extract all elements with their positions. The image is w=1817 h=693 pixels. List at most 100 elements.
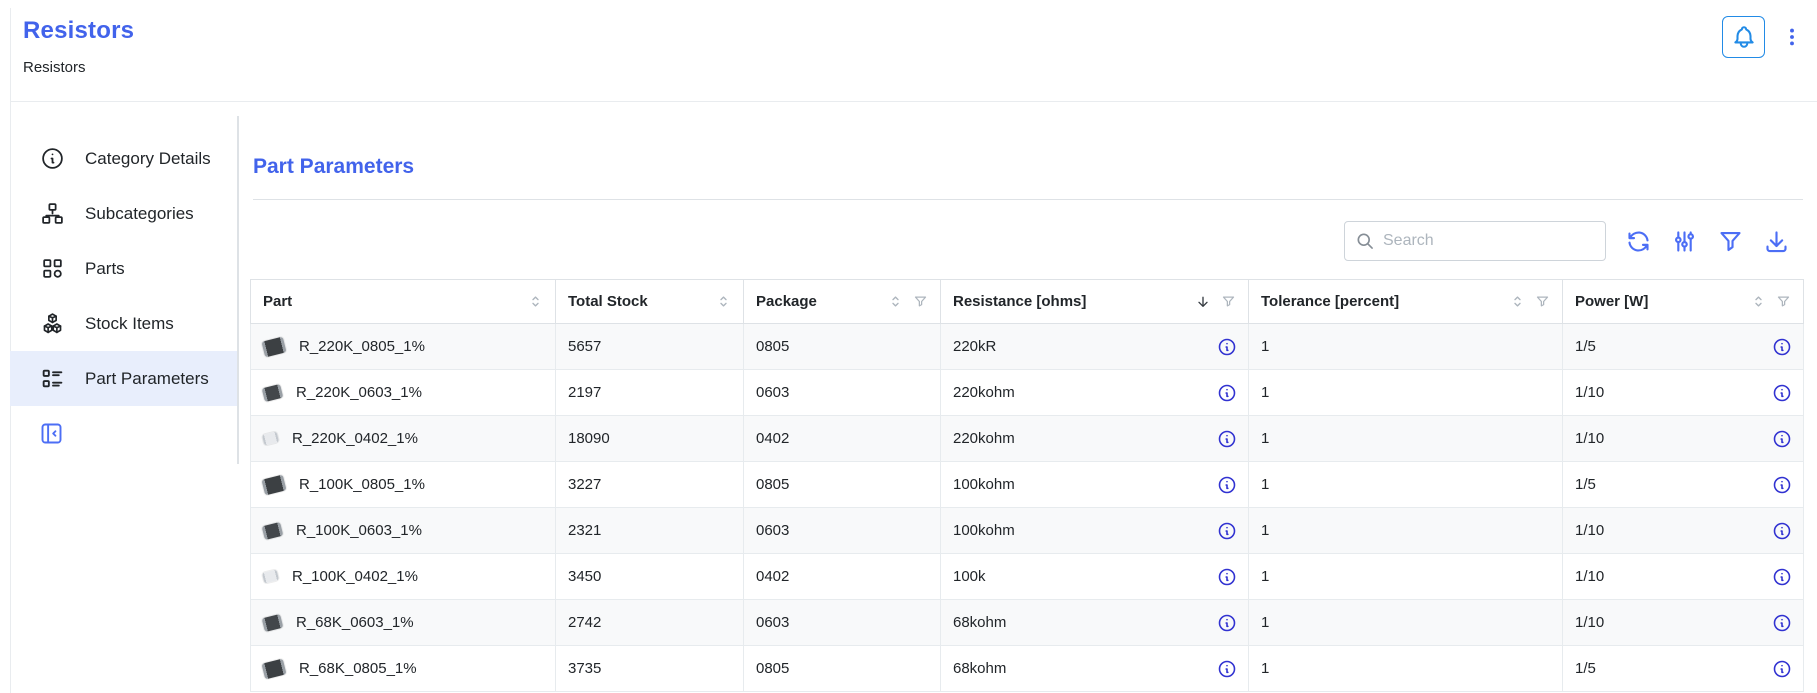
column-header-resistance[interactable]: Resistance [ohms] bbox=[941, 280, 1249, 324]
table-row[interactable]: R_100K_0402_1%34500402100k11/10 bbox=[251, 554, 1804, 600]
table-row[interactable]: R_220K_0603_1%21970603220kohm11/10 bbox=[251, 370, 1804, 416]
package-cell: 0805 bbox=[744, 646, 941, 692]
sidebar-collapse-icon bbox=[38, 420, 65, 447]
power-cell: 1/5 bbox=[1563, 324, 1804, 370]
info-icon[interactable] bbox=[1217, 383, 1237, 403]
sidebar-item-label: Parts bbox=[85, 259, 125, 279]
package-cell: 0603 bbox=[744, 508, 941, 554]
sidebar-item-stock-items[interactable]: Stock Items bbox=[10, 296, 237, 351]
info-icon[interactable] bbox=[1217, 567, 1237, 587]
sort-icon[interactable] bbox=[1510, 294, 1525, 309]
sort-icon[interactable] bbox=[1751, 294, 1766, 309]
table-row[interactable]: R_100K_0805_1%32270805100kohm11/5 bbox=[251, 462, 1804, 508]
tolerance-cell-value: 1 bbox=[1261, 660, 1269, 677]
column-header-package[interactable]: Package bbox=[744, 280, 941, 324]
column-filter-icon[interactable] bbox=[913, 294, 928, 309]
resistance-cell-value: 100kohm bbox=[953, 476, 1015, 493]
column-filter-icon[interactable] bbox=[1535, 294, 1550, 309]
info-icon[interactable] bbox=[1772, 337, 1792, 357]
refresh-button[interactable] bbox=[1625, 228, 1652, 255]
table-row[interactable]: R_68K_0603_1%2742060368kohm11/10 bbox=[251, 600, 1804, 646]
info-icon[interactable] bbox=[1217, 521, 1237, 541]
sort-icon[interactable] bbox=[888, 294, 903, 309]
info-icon[interactable] bbox=[1772, 429, 1792, 449]
resistance-cell-value: 220kR bbox=[953, 338, 996, 355]
resistance-cell-value: 100k bbox=[953, 568, 986, 585]
table-row[interactable]: R_220K_0402_1%180900402220kohm11/10 bbox=[251, 416, 1804, 462]
info-icon[interactable] bbox=[1217, 613, 1237, 633]
power-cell-value: 1/10 bbox=[1575, 522, 1604, 539]
total-stock-cell-value: 3227 bbox=[568, 476, 601, 493]
page-header: Resistors Resistors bbox=[10, 0, 1817, 102]
search-icon bbox=[1355, 231, 1375, 251]
panel-title: Part Parameters bbox=[253, 155, 1817, 179]
info-icon[interactable] bbox=[1217, 429, 1237, 449]
power-cell-value: 1/10 bbox=[1575, 568, 1604, 585]
package-cell: 0603 bbox=[744, 370, 941, 416]
part-thumbnail bbox=[262, 613, 284, 631]
total-stock-cell: 2321 bbox=[556, 508, 744, 554]
total-stock-cell-value: 3735 bbox=[568, 660, 601, 677]
power-cell-value: 1/10 bbox=[1575, 614, 1604, 631]
sort-icon[interactable] bbox=[528, 294, 543, 309]
info-icon[interactable] bbox=[1772, 521, 1792, 541]
search-box[interactable] bbox=[1344, 221, 1606, 261]
refresh-icon bbox=[1625, 228, 1652, 255]
info-icon[interactable] bbox=[1772, 475, 1792, 495]
info-icon[interactable] bbox=[1772, 613, 1792, 633]
info-icon[interactable] bbox=[1772, 659, 1792, 679]
info-icon[interactable] bbox=[1772, 567, 1792, 587]
resistance-cell: 100kohm bbox=[941, 462, 1249, 508]
download-button[interactable] bbox=[1763, 228, 1790, 255]
resistance-cell: 68kohm bbox=[941, 646, 1249, 692]
menu-button[interactable] bbox=[1781, 24, 1803, 50]
total-stock-cell-value: 2742 bbox=[568, 614, 601, 631]
sidebar-item-subcategories[interactable]: Subcategories bbox=[10, 186, 237, 241]
sidebar-item-label: Category Details bbox=[85, 149, 211, 169]
info-circle-icon bbox=[40, 146, 65, 171]
table-row[interactable]: R_68K_0805_1%3735080568kohm11/5 bbox=[251, 646, 1804, 692]
column-header-power[interactable]: Power [W] bbox=[1563, 280, 1804, 324]
table-row[interactable]: R_100K_0603_1%23210603100kohm11/10 bbox=[251, 508, 1804, 554]
total-stock-cell: 5657 bbox=[556, 324, 744, 370]
table-row[interactable]: R_220K_0805_1%56570805220kR11/5 bbox=[251, 324, 1804, 370]
tolerance-cell: 1 bbox=[1249, 554, 1563, 600]
filter-button[interactable] bbox=[1717, 228, 1744, 255]
part-cell: R_220K_0805_1% bbox=[251, 324, 556, 370]
dots-vertical-icon bbox=[1781, 24, 1803, 50]
tolerance-cell-value: 1 bbox=[1261, 476, 1269, 493]
sidebar-item-parts[interactable]: Parts bbox=[10, 241, 237, 296]
table-header-row: Part Total Stock Package bbox=[251, 280, 1804, 324]
column-label: Part bbox=[263, 293, 292, 310]
tolerance-cell-value: 1 bbox=[1261, 568, 1269, 585]
table-options-button[interactable] bbox=[1671, 228, 1698, 255]
sidebar-item-part-parameters[interactable]: Part Parameters bbox=[10, 351, 237, 406]
sort-icon[interactable] bbox=[716, 294, 731, 309]
info-icon[interactable] bbox=[1217, 659, 1237, 679]
info-icon[interactable] bbox=[1217, 475, 1237, 495]
info-icon[interactable] bbox=[1217, 337, 1237, 357]
sidebar-item-label: Part Parameters bbox=[85, 369, 209, 389]
total-stock-cell: 3227 bbox=[556, 462, 744, 508]
package-cell: 0805 bbox=[744, 324, 941, 370]
total-stock-cell-value: 18090 bbox=[568, 430, 610, 447]
column-header-part[interactable]: Part bbox=[251, 280, 556, 324]
search-input[interactable] bbox=[1383, 232, 1595, 250]
notifications-button[interactable] bbox=[1722, 16, 1765, 58]
column-filter-icon[interactable] bbox=[1776, 294, 1791, 309]
column-header-total-stock[interactable]: Total Stock bbox=[556, 280, 744, 324]
tolerance-cell: 1 bbox=[1249, 646, 1563, 692]
resistance-cell-value: 220kohm bbox=[953, 384, 1015, 401]
sidebar-item-category-details[interactable]: Category Details bbox=[10, 131, 237, 186]
info-icon[interactable] bbox=[1772, 383, 1792, 403]
sidebar-item-label: Stock Items bbox=[85, 314, 174, 334]
part-cell: R_100K_0402_1% bbox=[251, 554, 556, 600]
sorted-desc-icon[interactable] bbox=[1195, 294, 1211, 310]
part-thumbnail bbox=[261, 474, 286, 495]
column-filter-icon[interactable] bbox=[1221, 294, 1236, 309]
column-header-tolerance[interactable]: Tolerance [percent] bbox=[1249, 280, 1563, 324]
resistance-cell-value: 100kohm bbox=[953, 522, 1015, 539]
breadcrumb[interactable]: Resistors bbox=[23, 59, 1817, 76]
sidebar-collapse-button[interactable] bbox=[38, 420, 65, 447]
total-stock-cell-value: 2321 bbox=[568, 522, 601, 539]
